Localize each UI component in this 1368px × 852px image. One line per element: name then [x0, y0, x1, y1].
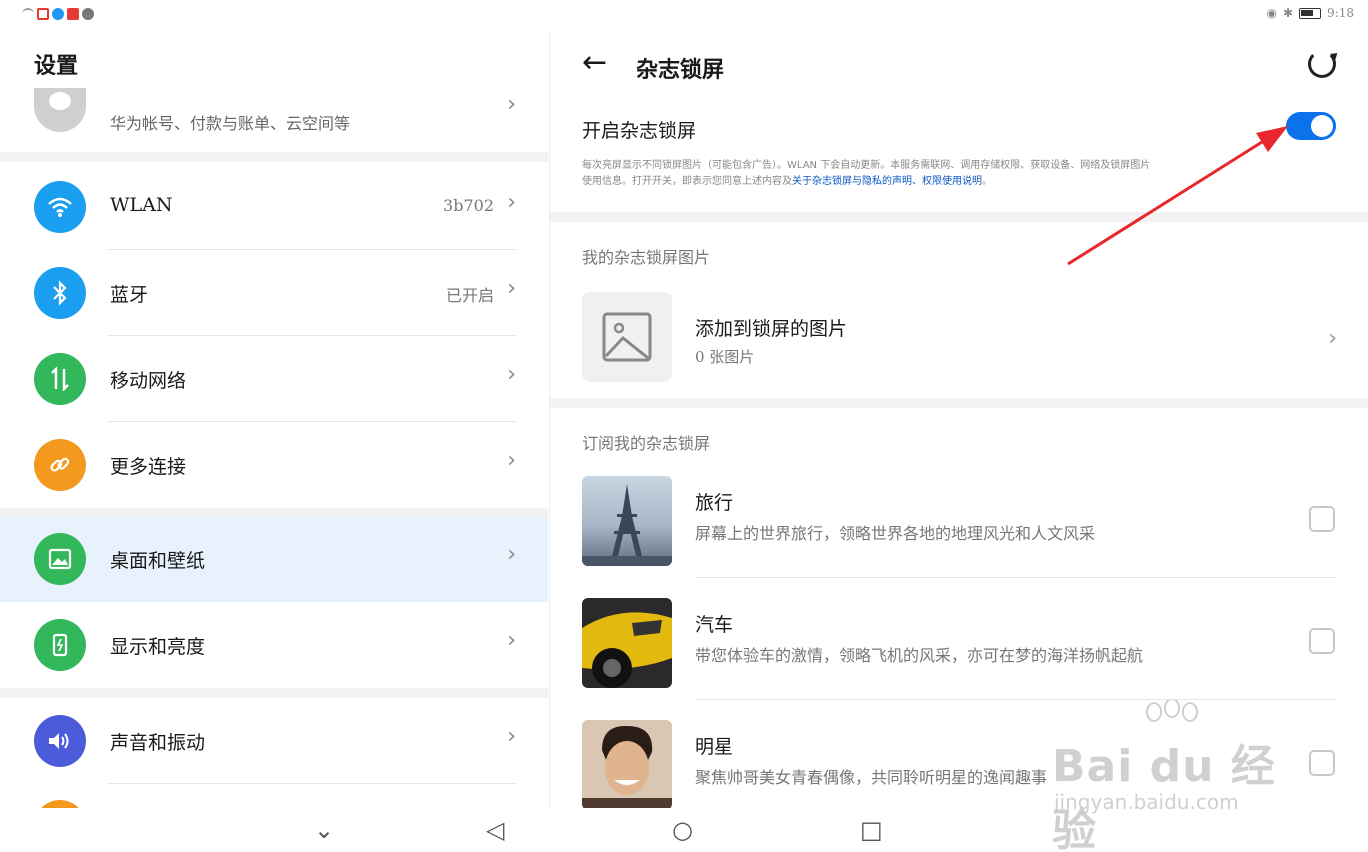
chevron-right-icon: › [1328, 326, 1337, 351]
bluetooth-status-icon: ✱ [1282, 6, 1294, 20]
back-arrow-icon[interactable]: ← [582, 48, 607, 78]
wifi-status-icon [22, 8, 34, 20]
desc-text: 使用信息。打开开关，即表示您同意上述内容及 [582, 176, 792, 187]
section-header: 订阅我的杂志锁屏 [582, 434, 711, 453]
chevron-right-icon: › [507, 724, 516, 749]
settings-item-sound-vibration[interactable]: 声音和振动 › [0, 698, 548, 784]
account-subtitle: 华为帐号、付款与账单、云空间等 [110, 114, 351, 133]
status-bar: ◉ ✱ 9:18 [0, 0, 1368, 30]
settings-item-wlan[interactable]: WLAN 3b702 › [0, 164, 548, 250]
status-icons-left [22, 8, 94, 20]
subscription-item-travel[interactable]: 旅行 屏幕上的世界旅行，领略世界各地的地理风光和人文风采 [550, 458, 1368, 578]
app-notification-icon [67, 8, 79, 20]
chevron-right-icon: › [507, 628, 516, 653]
divider [695, 577, 1337, 578]
wechat-icon [82, 8, 94, 20]
settings-item-bluetooth[interactable]: 蓝牙 已开启 › [0, 250, 548, 336]
chevron-right-icon: › [507, 92, 516, 117]
section-divider [550, 212, 1368, 222]
item-value: 3b702 [443, 196, 494, 215]
item-label: 更多连接 [110, 456, 187, 478]
privacy-link[interactable]: 关于杂志锁屏与隐私的声明、权限使用说明 [792, 176, 982, 187]
settings-item-mobile-network[interactable]: 移动网络 › [0, 336, 548, 422]
section-header: 我的杂志锁屏图片 [582, 248, 711, 267]
phone-display-icon [34, 619, 86, 671]
chevron-down-icon[interactable]: ⌄ [314, 816, 334, 844]
subscription-desc: 屏幕上的世界旅行，领略世界各地的地理风光和人文风采 [695, 524, 1096, 543]
account-row[interactable]: 华为帐号、付款与账单、云空间等 › [0, 88, 548, 152]
subscribe-checkbox[interactable] [1309, 506, 1335, 532]
subscription-title: 明星 [695, 736, 734, 758]
add-pictures-count: 0 张图片 [695, 348, 755, 366]
image-placeholder-icon [582, 292, 672, 382]
settings-item-more-connections[interactable]: 更多连接 › [0, 422, 548, 508]
desc-text: 每次亮屏显示不同锁屏图片（可能包含广告）。WLAN 下会自动更新。本服务需联网、… [582, 160, 1151, 171]
chevron-right-icon: › [507, 276, 516, 301]
car-thumbnail [582, 598, 672, 688]
wifi-icon [34, 181, 86, 233]
page-title: 设置 [34, 53, 79, 79]
celebrity-thumbnail [582, 720, 672, 808]
watermark-url: jingyan.baidu.com [1054, 790, 1239, 814]
item-label: 移动网络 [110, 370, 187, 392]
speaker-icon [34, 715, 86, 767]
add-pictures-row[interactable]: 添加到锁屏的图片 0 张图片 › [550, 286, 1368, 390]
magazine-lockscreen-toggle[interactable] [1286, 112, 1336, 140]
app-notification-icon [37, 8, 49, 20]
magazine-lockscreen-panel: ← 杂志锁屏 开启杂志锁屏 每次亮屏显示不同锁屏图片（可能包含广告）。WLAN … [549, 30, 1368, 808]
nav-back-icon[interactable]: ◁ [486, 816, 504, 844]
refresh-icon[interactable] [1308, 50, 1336, 78]
subscribe-checkbox[interactable] [1309, 628, 1335, 654]
eye-icon: ◉ [1266, 6, 1277, 20]
nav-recent-icon[interactable]: □ [860, 816, 883, 844]
watermark: Bai du 经验 jingyan.baidu.com [1048, 700, 1308, 852]
item-label: 声音和振动 [110, 732, 206, 754]
item-label: 蓝牙 [110, 284, 149, 306]
item-value: 已开启 [445, 286, 494, 305]
item-label: 桌面和壁纸 [110, 550, 206, 572]
subscription-item-car[interactable]: 汽车 带您体验车的激情，领略飞机的风采，亦可在梦的海洋扬帆起航 [550, 580, 1368, 700]
subscription-title: 汽车 [695, 614, 734, 636]
chevron-right-icon: › [507, 190, 516, 215]
subscribe-checkbox[interactable] [1309, 750, 1335, 776]
app-notification-icon [52, 8, 64, 20]
chevron-right-icon: › [507, 362, 516, 387]
toggle-label: 开启杂志锁屏 [582, 120, 697, 142]
settings-item-display-brightness[interactable]: 显示和亮度 › [0, 602, 548, 688]
link-icon [34, 439, 86, 491]
battery-icon [1299, 7, 1322, 19]
eiffel-tower-thumbnail [582, 476, 672, 566]
add-pictures-title: 添加到锁屏的图片 [695, 318, 848, 340]
wallpaper-icon [34, 533, 86, 585]
partial-item-icon [34, 800, 86, 808]
chevron-right-icon: › [507, 542, 516, 567]
subscription-title: 旅行 [695, 492, 734, 514]
section-divider [550, 398, 1368, 408]
page-title: 杂志锁屏 [636, 57, 725, 83]
settings-item-home-wallpaper[interactable]: 桌面和壁纸 › [0, 516, 548, 602]
chevron-right-icon: › [507, 448, 516, 473]
mobile-data-icon [34, 353, 86, 405]
desc-text: 。 [982, 176, 992, 187]
subscription-desc: 聚焦帅哥美女青春偶像，共同聆听明星的逸闻趣事 [695, 768, 1048, 787]
bluetooth-icon [34, 267, 86, 319]
section-divider [0, 152, 548, 162]
settings-list-panel: 设置 华为帐号、付款与账单、云空间等 › WLAN 3b702 › 蓝牙 已开启… [0, 30, 548, 808]
privacy-description: 每次亮屏显示不同锁屏图片（可能包含广告）。WLAN 下会自动更新。本服务需联网、… [582, 158, 1338, 190]
clock: 9:18 [1327, 6, 1354, 20]
divider [108, 783, 516, 784]
avatar [34, 88, 86, 132]
nav-home-icon[interactable]: ○ [672, 816, 693, 844]
item-label: 显示和亮度 [110, 636, 206, 658]
status-icons-right: ◉ ✱ 9:18 [1267, 6, 1355, 20]
section-divider [0, 688, 548, 698]
item-label: WLAN [110, 194, 173, 216]
subscription-desc: 带您体验车的激情，领略飞机的风采，亦可在梦的海洋扬帆起航 [695, 646, 1144, 665]
